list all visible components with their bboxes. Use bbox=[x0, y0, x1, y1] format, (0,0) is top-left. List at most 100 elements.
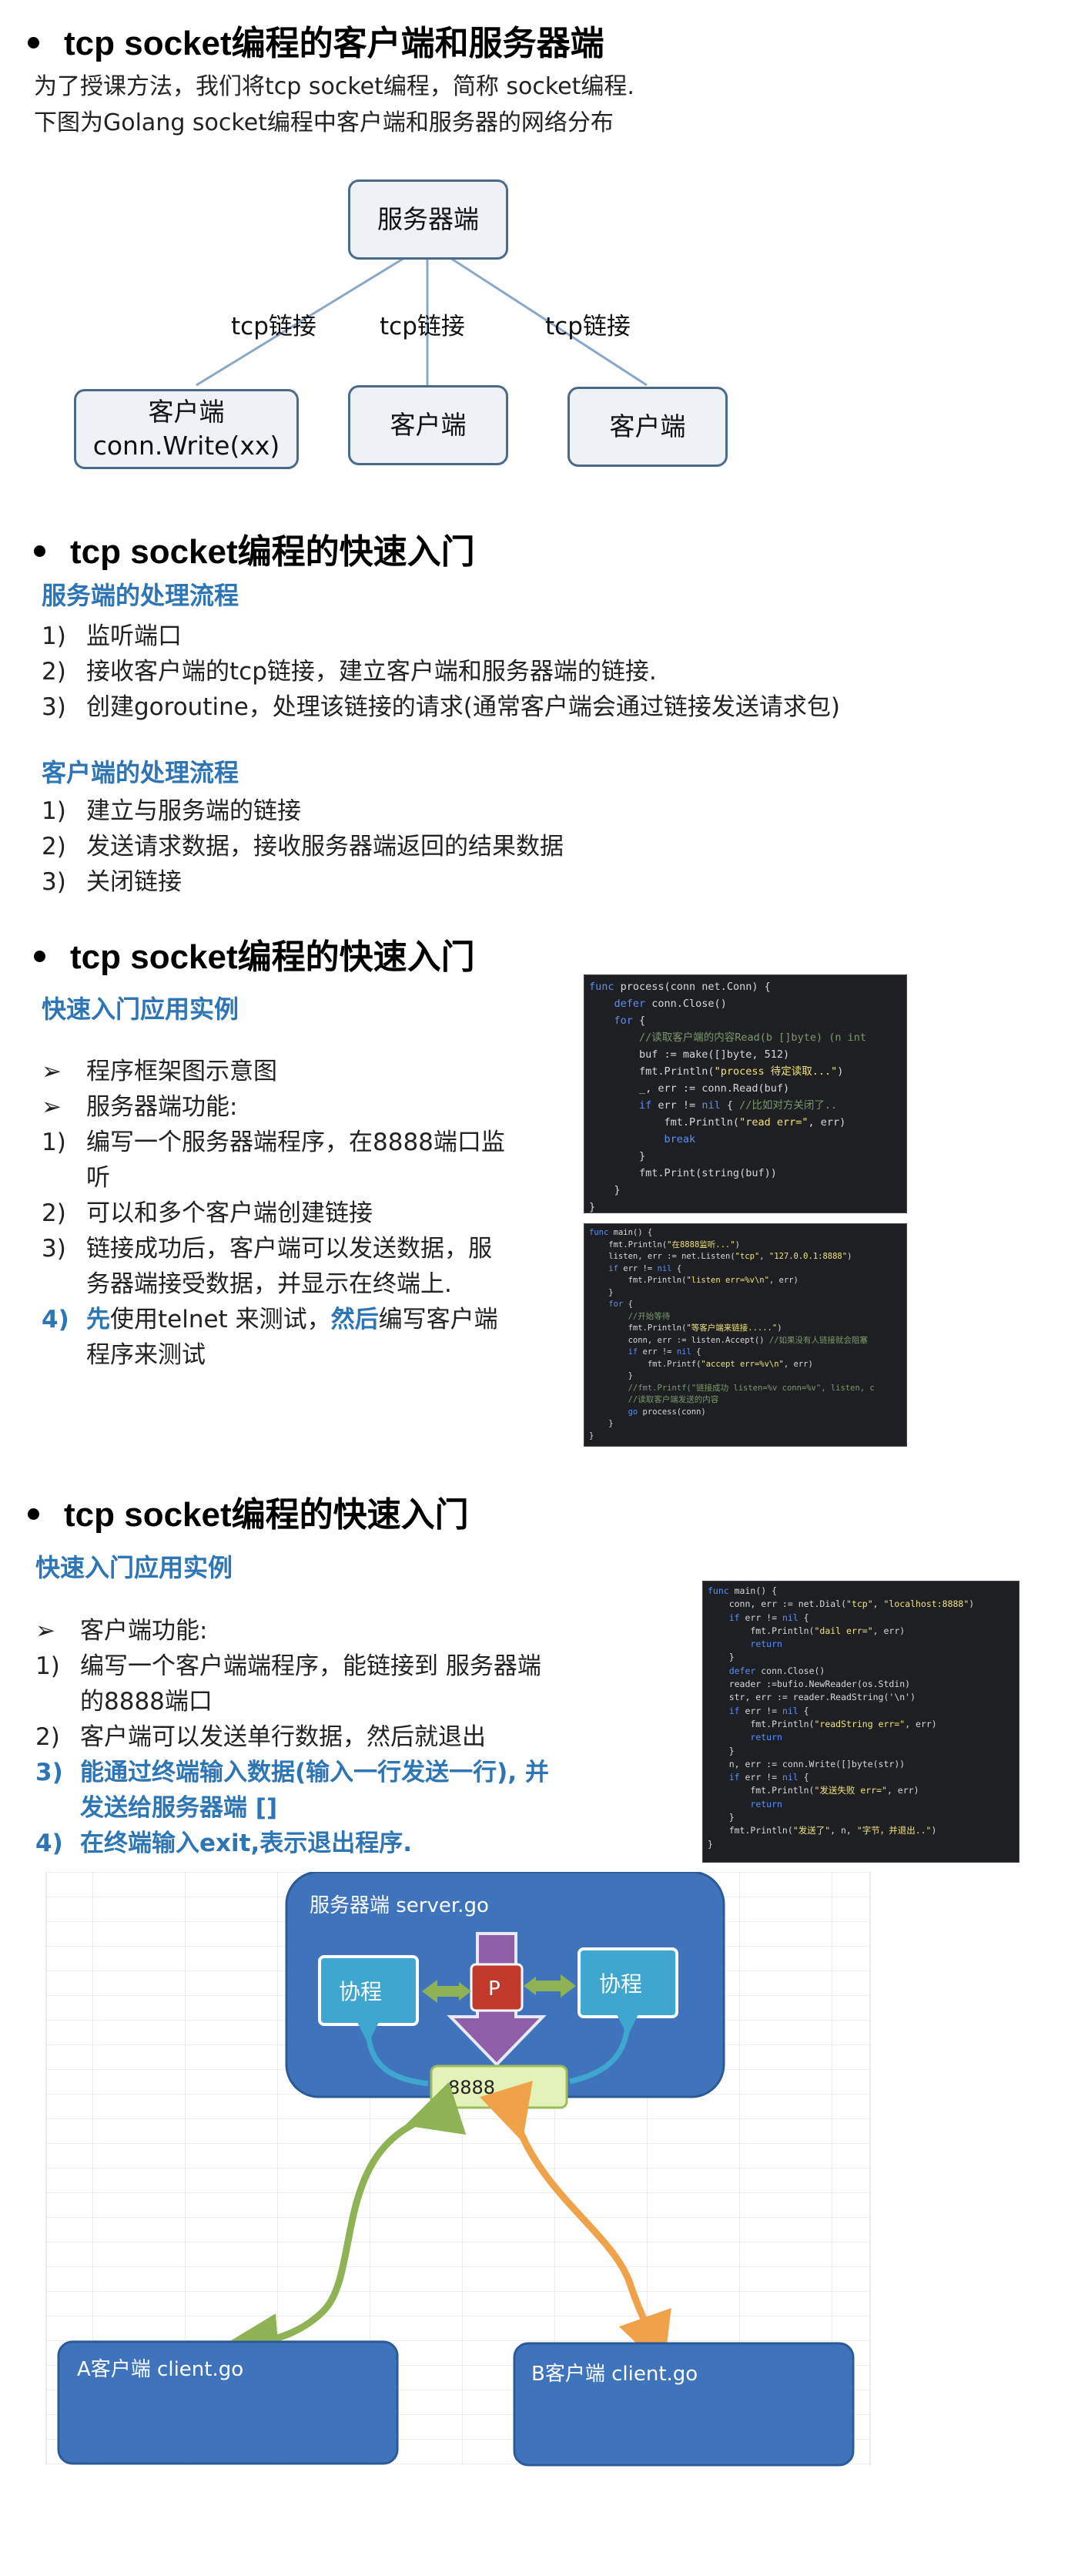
code-line: fmt.Println("dail err=", err) bbox=[708, 1625, 906, 1636]
arrow-bullet-icon: ➢ bbox=[42, 1093, 62, 1121]
list-item: 1) 编写一个服务器端程序，在8888端口监 bbox=[42, 1125, 565, 1160]
code-line: } bbox=[589, 1431, 594, 1441]
code-line: fmt.Println("在8888监听...") bbox=[589, 1239, 740, 1249]
code-line: _, err := conn.Read(buf) bbox=[589, 1082, 790, 1095]
code-line: defer conn.Close() bbox=[728, 1665, 825, 1676]
code-line: } bbox=[589, 1150, 646, 1162]
list-item-text: 创建goroutine，处理该链接的请求(通常客户端会通过链接发送请求包) bbox=[86, 693, 840, 721]
code-line: if err != nil { bbox=[628, 1347, 701, 1357]
code-line: fmt.Println("发送失败 err=", err) bbox=[708, 1785, 919, 1796]
code-line: if err != nil { bbox=[728, 1705, 809, 1716]
list-item-continued: 务器端接受数据，并显示在终端上. bbox=[86, 1270, 452, 1298]
code-line: return bbox=[750, 1639, 782, 1650]
code-line: conn, err := listen.Accept() //如果没有人链接就会… bbox=[589, 1335, 869, 1345]
list-item-number: 3) bbox=[42, 868, 66, 896]
list-item-continued: 听 bbox=[86, 1164, 110, 1192]
code-line: for { bbox=[614, 1015, 646, 1027]
goroutine-right-label: 协程 bbox=[599, 1971, 642, 1997]
code-line: func main() { bbox=[589, 1228, 653, 1237]
list-item-number: 1) bbox=[42, 622, 66, 650]
list-item-text: 关闭链接 bbox=[86, 868, 182, 896]
list-item-number: 4) bbox=[42, 1306, 69, 1333]
list-item-text: 客户端可以发送单行数据，然后就退出 bbox=[80, 1723, 486, 1751]
code-line: //fmt.Printf("链接成功 listen=%v conn=%v", l… bbox=[628, 1383, 875, 1393]
list-item-text: 使用telnet 来测试， bbox=[110, 1306, 331, 1333]
arrow-bullet-icon: ➢ bbox=[35, 1617, 55, 1645]
code-line: } bbox=[708, 1812, 735, 1823]
code-line: fmt.Println("process 待定读取...") bbox=[589, 1065, 844, 1078]
client-a-label: A客户端 client.go bbox=[77, 2358, 243, 2381]
bullet-dot-icon bbox=[34, 950, 45, 962]
list-item-text: 监听端口 bbox=[86, 622, 182, 650]
code-line: } bbox=[708, 1838, 713, 1850]
list-item-text: 编写客户端 bbox=[378, 1306, 498, 1333]
list-item-number: 1) bbox=[42, 797, 66, 825]
bullet-dot-icon bbox=[28, 1508, 39, 1520]
code-line: //读取客户端的内容Read(b []byte) (n int bbox=[639, 1031, 866, 1044]
code-line: return bbox=[750, 1732, 782, 1743]
server-steps-list: 1) 监听端口 2) 接收客户端的tcp链接，建立客户端和服务器端的链接. 3) 创建… bbox=[42, 619, 840, 725]
code-line: func process(conn net.Conn) { bbox=[589, 981, 771, 993]
section4-subtitle: 快速入门应用实例 bbox=[35, 1553, 233, 1582]
client-server-diagram: 服务器端 server.go 协程 协程 P 8888 A客户端 client.… bbox=[45, 1872, 871, 2467]
list-item: 3) 链接成功后，客户端可以发送数据，服 bbox=[42, 1231, 565, 1266]
section4-heading-text: tcp socket编程的快速入门 bbox=[64, 1496, 469, 1534]
list-item: ➢ 程序框架图示意图 bbox=[42, 1054, 565, 1089]
code-line: } bbox=[589, 1419, 614, 1428]
list-item-text: 链接成功后，客户端可以发送数据，服 bbox=[86, 1235, 492, 1263]
code-line: } bbox=[708, 1745, 735, 1756]
list-item-text: 程序框架图示意图 bbox=[86, 1058, 277, 1085]
code-line: fmt.Println("listen err=%v\n", err) bbox=[589, 1276, 798, 1285]
list-item-number: 2) bbox=[42, 1199, 66, 1227]
list-item-text: 可以和多个客户端创建链接 bbox=[86, 1199, 373, 1227]
code-line: } bbox=[589, 1201, 596, 1213]
code-line: } bbox=[589, 1184, 621, 1196]
code-line: //读取客户端发送的内容 bbox=[628, 1395, 719, 1404]
list-item-number: 3) bbox=[42, 1235, 66, 1263]
list-item: ➢ 客户端功能: bbox=[35, 1613, 690, 1649]
client-node-1-title: 客户端 bbox=[148, 397, 225, 427]
client-node-1: 客户端 conn.Write(xx) bbox=[74, 389, 299, 469]
list-item-text: 编写一个客户端端程序，能链接到 服务器端 bbox=[80, 1652, 541, 1680]
code-line: if err != nil { bbox=[728, 1612, 809, 1623]
emphasis-text: 先 bbox=[86, 1306, 110, 1333]
processor-p-label: P bbox=[488, 1977, 500, 2001]
code-line: if err != nil { bbox=[608, 1263, 682, 1273]
list-item: 2) 可以和多个客户端创建链接 bbox=[42, 1196, 565, 1231]
client-main-code: func main() { conn, err := net.Dial("tcp… bbox=[702, 1581, 1019, 1863]
code-line: if err != nil { bbox=[728, 1772, 809, 1783]
code-line: //开始等待 bbox=[628, 1311, 671, 1321]
server-main-code: func main() { fmt.Println("在8888监听...") … bbox=[584, 1223, 907, 1447]
code-line: fmt.Println("read err=", err) bbox=[589, 1116, 846, 1129]
code-line: fmt.Println("readString err=", err) bbox=[708, 1718, 937, 1729]
goroutine-left-label: 协程 bbox=[339, 1979, 382, 2004]
list-item-number: 2) bbox=[35, 1723, 60, 1751]
list-item-number: 3) bbox=[42, 693, 66, 721]
list-item-number: 1) bbox=[42, 1129, 66, 1156]
list-item-text: 客户端功能: bbox=[80, 1617, 208, 1645]
section2-heading: tcp socket编程的快速入门 bbox=[34, 524, 475, 573]
section4-list: ➢ 客户端功能: 1) 编写一个客户端端程序，能链接到 服务器端 的8888端口 2… bbox=[35, 1613, 690, 1861]
list-item-text: 服务器端功能: bbox=[86, 1093, 238, 1121]
list-item-text: 在终端输入exit,表示退出程序. bbox=[80, 1830, 413, 1857]
section4-heading: tcp socket编程的快速入门 bbox=[28, 1487, 469, 1536]
code-line: conn, err := net.Dial("tcp", "localhost:… bbox=[708, 1598, 975, 1610]
list-item-number: 2) bbox=[42, 658, 66, 686]
client-steps-list: 1) 建立与服务端的链接 2) 发送请求数据，接收服务器端返回的结果数据 3) 关闭链… bbox=[42, 793, 564, 900]
list-item-text: 接收客户端的tcp链接，建立客户端和服务器端的链接. bbox=[86, 658, 657, 686]
list-item-number: 3) bbox=[35, 1759, 63, 1786]
code-line: fmt.Println("等客户端来链接.....") bbox=[589, 1323, 782, 1333]
port-label: 8888 bbox=[448, 2077, 495, 2098]
code-line: reader :=bufio.NewReader(os.Stdin) bbox=[708, 1679, 911, 1690]
list-item-text: 编写一个服务器端程序，在8888端口监 bbox=[86, 1129, 505, 1156]
code-line: go process(conn) bbox=[628, 1407, 706, 1417]
list-item-continued: 程序来测试 bbox=[86, 1341, 206, 1369]
section3-list: ➢ 程序框架图示意图 ➢ 服务器端功能: 1) 编写一个服务器端程序，在8888端口监… bbox=[42, 1054, 565, 1373]
client-node-1-call: conn.Write(xx) bbox=[92, 431, 280, 461]
code-line: break bbox=[664, 1133, 696, 1145]
list-item-continued: 的8888端口 bbox=[80, 1688, 213, 1716]
client-node-3: 客户端 bbox=[567, 387, 728, 467]
list-item-number: 2) bbox=[42, 833, 66, 860]
list-item: 2) 客户端可以发送单行数据，然后就退出 bbox=[35, 1719, 690, 1755]
client-flow-title: 客户端的处理流程 bbox=[42, 758, 239, 787]
